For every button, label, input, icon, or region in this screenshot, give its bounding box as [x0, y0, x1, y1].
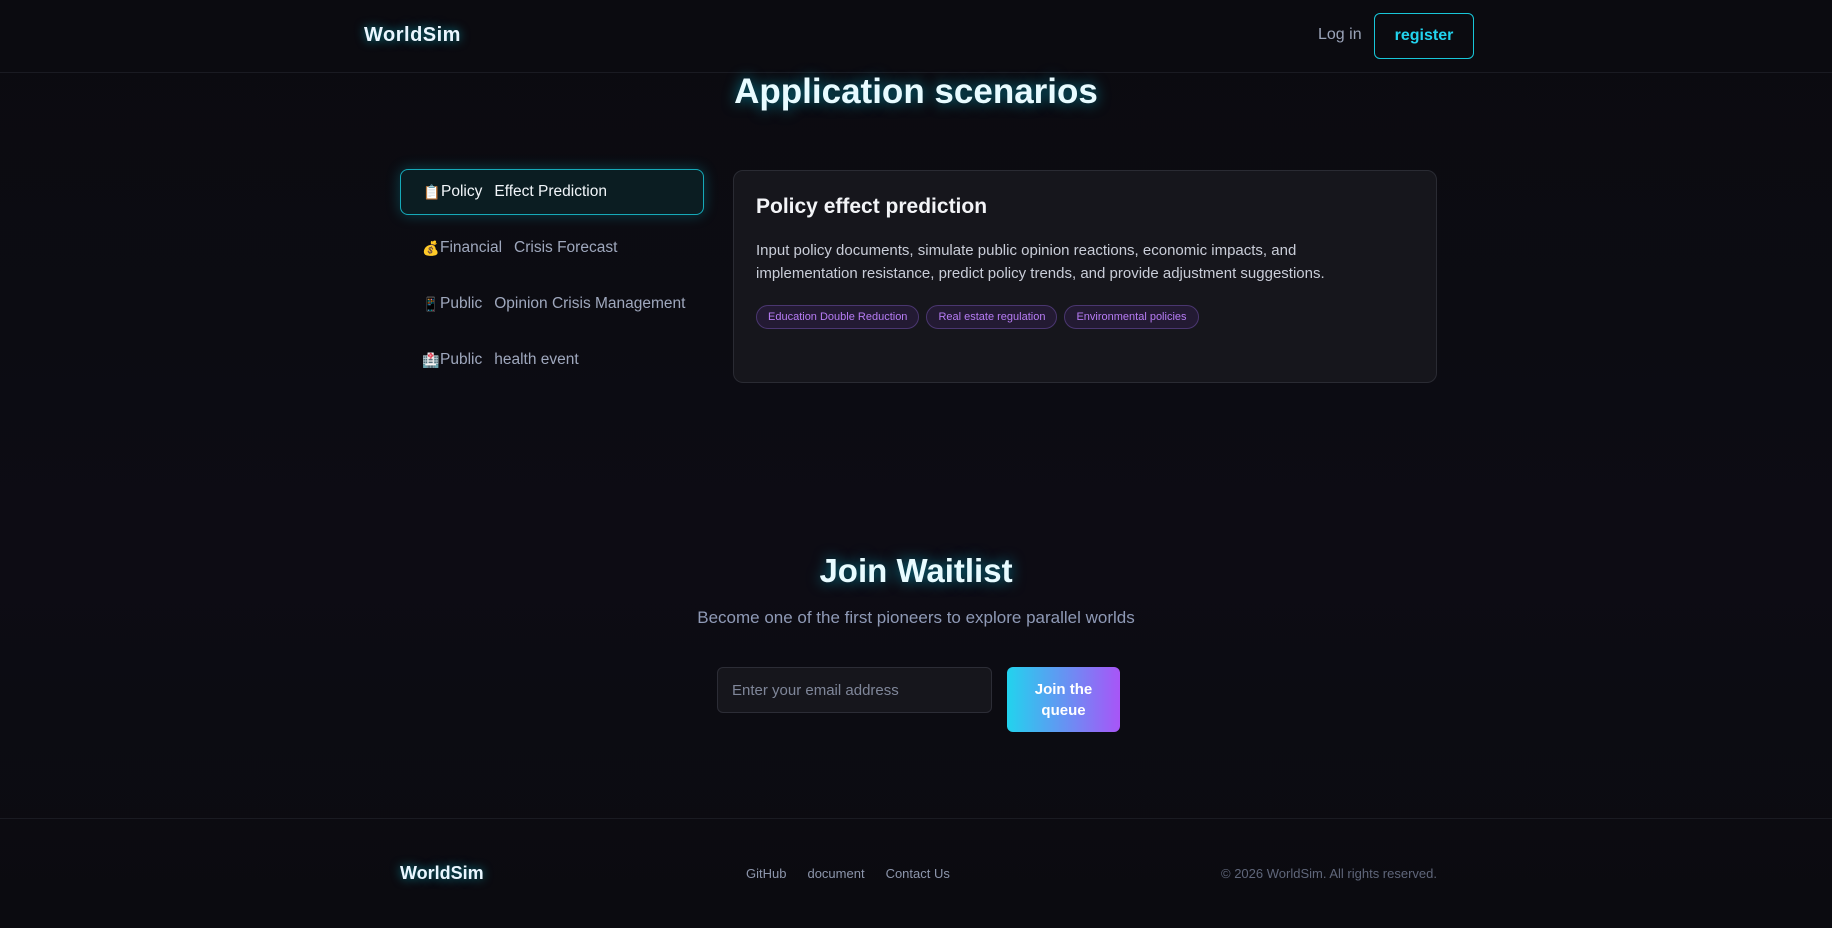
- tab-label: Crisis Forecast: [514, 239, 618, 256]
- top-navbar: WorldSim Log in register: [0, 0, 1832, 73]
- email-input[interactable]: [717, 667, 992, 713]
- waitlist-subtitle: Become one of the first pioneers to expl…: [697, 608, 1135, 627]
- tag-list: Education Double Reduction Real estate r…: [756, 305, 1414, 329]
- scenario-detail-card: Policy effect prediction Input policy do…: [733, 170, 1437, 383]
- clipboard-icon: 📋: [423, 183, 441, 200]
- card-description: Input policy documents, simulate public …: [756, 242, 1325, 282]
- tab-word: Financial: [440, 239, 503, 256]
- waitlist-title: Join Waitlist: [819, 552, 1013, 589]
- tab-word: Policy: [441, 183, 483, 200]
- money-bag-icon: 💰: [422, 239, 440, 256]
- scenario-tab-list: 📋 Policy Effect Prediction 💰 Financial C…: [400, 169, 704, 393]
- tab-label: Effect Prediction: [494, 183, 607, 200]
- tag-chip: Education Double Reduction: [756, 305, 920, 329]
- footer-links: GitHub document Contact Us: [746, 866, 950, 881]
- card-title: Policy effect prediction: [756, 195, 988, 218]
- tab-word: Public: [440, 295, 483, 312]
- tab-label: health event: [494, 351, 579, 368]
- copyright-text: © 2026 WorldSim. All rights reserved.: [1221, 866, 1437, 881]
- tab-label: Opinion Crisis Management: [494, 295, 686, 312]
- tab-word: Public: [440, 351, 483, 368]
- tab-financial-crisis-forecast[interactable]: 💰 Financial Crisis Forecast: [400, 225, 704, 271]
- brand-logo[interactable]: WorldSim: [364, 24, 461, 47]
- document-link[interactable]: document: [807, 866, 864, 881]
- contact-us-link[interactable]: Contact Us: [886, 866, 950, 881]
- tag-chip: Real estate regulation: [926, 305, 1058, 329]
- footer-brand-logo: WorldSim: [400, 863, 484, 883]
- tab-policy-effect-prediction[interactable]: 📋 Policy Effect Prediction: [400, 169, 704, 215]
- github-link[interactable]: GitHub: [746, 866, 786, 881]
- hospital-icon: 🏥: [422, 351, 440, 368]
- register-button[interactable]: register: [1374, 13, 1474, 59]
- footer: WorldSim GitHub document Contact Us © 20…: [0, 818, 1832, 928]
- tab-public-health-event[interactable]: 🏥 Public health event: [400, 337, 704, 383]
- scenarios-title: Application scenarios: [734, 72, 1098, 111]
- tag-chip: Environmental policies: [1064, 305, 1199, 329]
- tab-public-opinion-crisis[interactable]: 📱 Public Opinion Crisis Management: [400, 281, 704, 327]
- login-link[interactable]: Log in: [1318, 26, 1362, 44]
- join-queue-button[interactable]: Join the queue: [1007, 667, 1120, 732]
- page: WorldSim Log in register Application sce…: [0, 0, 1832, 928]
- mobile-phone-icon: 📱: [422, 295, 440, 312]
